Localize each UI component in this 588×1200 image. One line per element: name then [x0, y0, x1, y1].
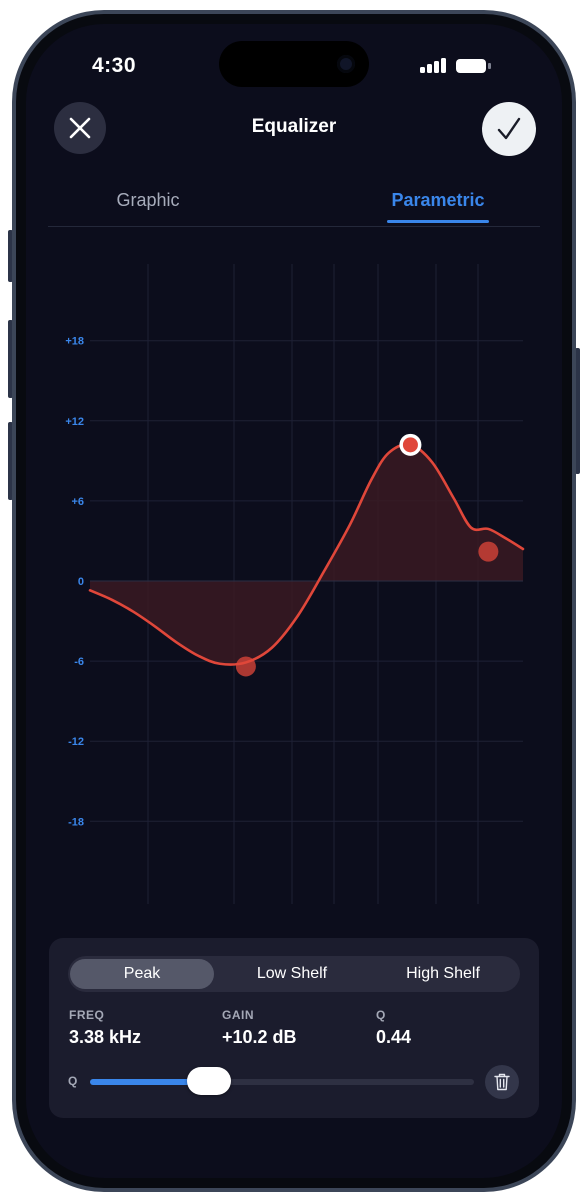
status-time: 4:30 — [92, 54, 137, 77]
eq-response-chart[interactable]: +18 +12 +6 0 -6 -12 -18 — [26, 234, 562, 934]
delete-band-button[interactable] — [485, 1065, 519, 1099]
checkmark-icon — [497, 117, 521, 140]
cellular-signal-icon — [420, 57, 448, 75]
y-tick-label: -12 — [68, 736, 84, 748]
q-label: Q — [376, 1008, 386, 1022]
equalizer-screen: 4:30 Equalizer Graphic Parametric +18 +12… — [26, 24, 562, 1178]
freq-value: 3.38 kHz — [69, 1027, 142, 1047]
filter-type-high-shelf[interactable]: High Shelf — [368, 956, 518, 992]
filter-type-low-shelf[interactable]: Low Shelf — [218, 956, 366, 992]
y-tick-label: +12 — [65, 416, 84, 428]
y-tick-label: +18 — [65, 336, 84, 348]
q-value: 0.44 — [376, 1027, 412, 1047]
eq-mode-tabs: Graphic Parametric — [48, 184, 540, 227]
gain-label: GAIN — [222, 1008, 254, 1022]
status-icons — [420, 57, 496, 75]
trash-icon — [494, 1073, 510, 1091]
q-slider-track[interactable] — [90, 1079, 474, 1085]
response-fill-area — [90, 444, 523, 665]
freq-readout: FREQ 3.38 kHz — [69, 1008, 141, 1048]
filter-type-peak[interactable]: Peak — [70, 959, 214, 989]
front-camera-icon — [337, 55, 355, 73]
y-tick-label: 0 — [78, 576, 84, 588]
gain-value: +10.2 dB — [222, 1027, 297, 1047]
y-tick-label: -18 — [68, 816, 84, 828]
y-tick-label: -6 — [74, 656, 84, 668]
dynamic-island — [219, 41, 369, 87]
filter-type-selector: Peak Low Shelf High Shelf — [68, 956, 520, 992]
tab-graphic[interactable]: Graphic — [88, 190, 208, 211]
battery-tip — [488, 63, 491, 69]
band-node[interactable] — [478, 541, 499, 562]
q-slider-label: Q — [68, 1074, 78, 1088]
gain-readout: GAIN +10.2 dB — [222, 1008, 297, 1048]
q-readout: Q 0.44 — [376, 1008, 411, 1048]
battery-icon — [456, 59, 486, 73]
freq-label: FREQ — [69, 1008, 105, 1022]
q-slider-thumb[interactable] — [187, 1067, 232, 1095]
confirm-button[interactable] — [482, 102, 536, 156]
band-node-selected[interactable] — [402, 437, 418, 453]
band-control-panel: Peak Low Shelf High Shelf FREQ 3.38 kHz … — [49, 938, 539, 1118]
band-node[interactable] — [235, 656, 256, 677]
y-tick-label: +6 — [71, 496, 84, 508]
active-tab-indicator — [387, 220, 489, 223]
tab-parametric[interactable]: Parametric — [365, 190, 511, 211]
